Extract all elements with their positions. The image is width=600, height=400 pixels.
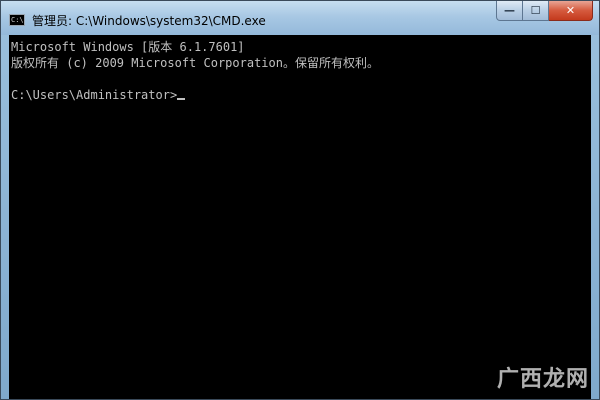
maximize-button[interactable]: ☐ xyxy=(523,1,549,21)
title-bar[interactable]: C:\ 管理员: C:\Windows\system32\CMD.exe — ☐… xyxy=(1,1,599,35)
window-title: 管理员: C:\Windows\system32\CMD.exe xyxy=(32,14,266,28)
close-icon: ✕ xyxy=(565,4,576,17)
console-output[interactable]: Microsoft Windows [版本 6.1.7601] 版权所有 (c)… xyxy=(9,35,591,399)
desktop: C:\ 管理员: C:\Windows\system32\CMD.exe — ☐… xyxy=(0,0,600,400)
window-controls: — ☐ ✕ xyxy=(496,1,593,21)
close-button[interactable]: ✕ xyxy=(549,1,593,21)
prompt-line[interactable]: C:\Users\Administrator> xyxy=(11,87,589,103)
watermark: 广西龙网 xyxy=(496,367,589,392)
minimize-icon: — xyxy=(504,4,515,17)
cmd-icon[interactable]: C:\ xyxy=(9,14,25,26)
copyright-line: 版权所有 (c) 2009 Microsoft Corporation。保留所有… xyxy=(11,56,379,70)
text-cursor xyxy=(177,98,186,100)
minimize-button[interactable]: — xyxy=(496,1,523,21)
cmd-window: C:\ 管理员: C:\Windows\system32\CMD.exe — ☐… xyxy=(0,0,600,400)
prompt-text: C:\Users\Administrator> xyxy=(11,88,178,102)
maximize-icon: ☐ xyxy=(530,4,541,17)
version-line: Microsoft Windows [版本 6.1.7601] xyxy=(11,40,245,54)
